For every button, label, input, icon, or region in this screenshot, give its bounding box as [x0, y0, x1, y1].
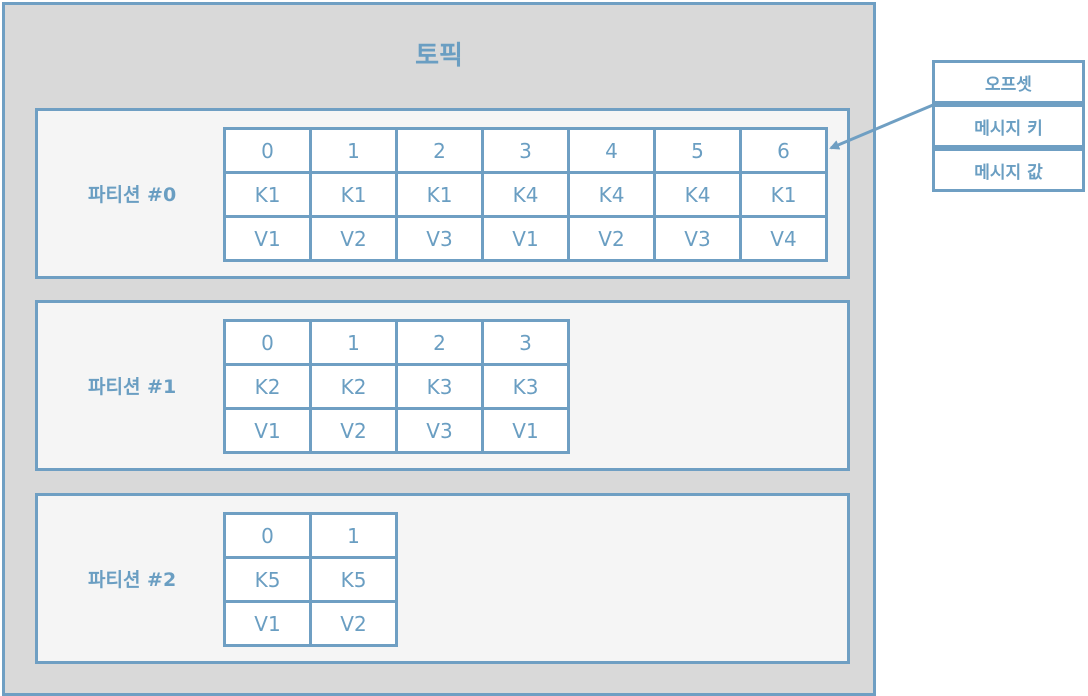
legend-message-value: 메시지 값: [932, 148, 1085, 192]
legend-message-key: 메시지 키: [932, 104, 1085, 148]
legend-offset: 오프셋: [932, 60, 1085, 104]
legend-arrow: [829, 103, 934, 150]
legend: 오프셋 메시지 키 메시지 값: [932, 60, 1085, 193]
